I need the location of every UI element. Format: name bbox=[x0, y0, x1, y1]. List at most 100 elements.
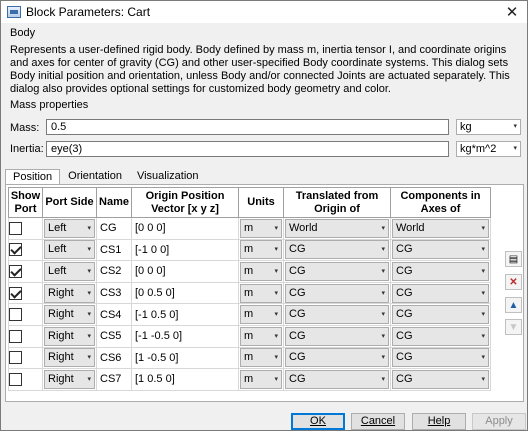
tab-visualization[interactable]: Visualization bbox=[130, 169, 206, 184]
help-button[interactable]: Help bbox=[412, 413, 466, 430]
port-side-select[interactable]: Right ▾ bbox=[44, 369, 95, 389]
show-port-checkbox[interactable] bbox=[9, 308, 22, 322]
components-value: CG bbox=[396, 286, 413, 299]
units-cell: m ▾ bbox=[238, 324, 284, 348]
translated-from-select[interactable]: CG ▾ bbox=[285, 283, 389, 303]
components-in-select[interactable]: CG ▾ bbox=[392, 283, 489, 303]
origin-vector-input[interactable]: [1 -0.5 0] bbox=[132, 352, 181, 364]
units-select[interactable]: m ▾ bbox=[240, 261, 282, 281]
header-translated: Translated from Origin of bbox=[283, 187, 391, 218]
show-port-checkbox[interactable] bbox=[9, 286, 22, 300]
origin-vector-input[interactable]: [-1 0 0] bbox=[132, 244, 172, 256]
frame-name[interactable]: CS2 bbox=[97, 265, 124, 277]
port-side-select[interactable]: Left ▾ bbox=[44, 218, 95, 238]
components-value: CG bbox=[396, 351, 413, 364]
origin-vector-input[interactable]: [-1 0.5 0] bbox=[132, 309, 181, 321]
chevron-down-icon: ▾ bbox=[274, 246, 278, 254]
origin-vector-input[interactable]: [-1 -0.5 0] bbox=[132, 330, 185, 342]
name-cell: CG bbox=[96, 217, 132, 240]
port-side-select[interactable]: Right ▾ bbox=[44, 283, 95, 303]
translated-value: CG bbox=[289, 286, 306, 299]
components-in-select[interactable]: World ▾ bbox=[392, 218, 489, 238]
port-side-cell: Left ▾ bbox=[42, 260, 97, 283]
port-side-value: Right bbox=[48, 351, 74, 364]
add-row-button[interactable]: ▤ bbox=[505, 251, 522, 267]
ok-button[interactable]: OK bbox=[291, 413, 345, 430]
show-port-checkbox[interactable] bbox=[9, 264, 22, 278]
port-side-select[interactable]: Right ▾ bbox=[44, 348, 95, 368]
translated-value: CG bbox=[289, 308, 306, 321]
translated-from-select[interactable]: CG ▾ bbox=[285, 261, 389, 281]
tab-bar: Position Orientation Visualization bbox=[5, 169, 207, 186]
translated-from-select[interactable]: World ▾ bbox=[285, 218, 389, 238]
inertia-input[interactable]: eye(3) bbox=[46, 141, 449, 157]
origin-vector-input[interactable]: [0 0 0] bbox=[132, 222, 169, 234]
move-up-button[interactable]: ▲ bbox=[505, 297, 522, 313]
chevron-down-icon: ▾ bbox=[274, 332, 278, 340]
table-row: Right ▾ CS4 [-1 0.5 0] m ▾ CG ▾ CG ▾ bbox=[8, 303, 491, 326]
translated-from-select[interactable]: CG ▾ bbox=[285, 240, 389, 260]
frame-name[interactable]: CG bbox=[97, 222, 120, 234]
origin-vector-input[interactable]: [0 0.5 0] bbox=[132, 287, 178, 299]
chevron-down-icon: ▾ bbox=[513, 145, 517, 152]
units-select[interactable]: m ▾ bbox=[240, 348, 282, 368]
units-select[interactable]: m ▾ bbox=[240, 218, 282, 238]
show-port-checkbox[interactable] bbox=[9, 243, 22, 257]
units-cell: m ▾ bbox=[238, 346, 284, 370]
port-side-select[interactable]: Right ▾ bbox=[44, 305, 95, 325]
origin-vector-input[interactable]: [0 0 0] bbox=[132, 265, 169, 277]
units-select[interactable]: m ▾ bbox=[240, 326, 282, 346]
components-in-select[interactable]: CG ▾ bbox=[392, 305, 489, 325]
close-button[interactable]: ✕ bbox=[497, 1, 527, 23]
units-select[interactable]: m ▾ bbox=[240, 283, 282, 303]
translated-from-select[interactable]: CG ▾ bbox=[285, 305, 389, 325]
apply-button[interactable]: Apply bbox=[472, 413, 526, 430]
cancel-button[interactable]: Cancel bbox=[351, 413, 405, 430]
frame-name[interactable]: CS4 bbox=[97, 309, 124, 321]
show-port-checkbox[interactable] bbox=[9, 351, 22, 365]
origin-vector-input[interactable]: [1 0.5 0] bbox=[132, 373, 178, 385]
translated-value: CG bbox=[289, 243, 306, 256]
translated-from-select[interactable]: CG ▾ bbox=[285, 348, 389, 368]
table-header-row: Show Port Port Side Name Origin Position… bbox=[8, 187, 491, 218]
components-cell: CG ▾ bbox=[390, 324, 491, 348]
mass-input[interactable]: 0.5 bbox=[46, 119, 449, 135]
units-select[interactable]: m ▾ bbox=[240, 240, 282, 260]
port-side-select[interactable]: Right ▾ bbox=[44, 326, 95, 346]
move-down-button[interactable]: ▼ bbox=[505, 319, 522, 335]
components-in-select[interactable]: CG ▾ bbox=[392, 240, 489, 260]
components-in-select[interactable]: CG ▾ bbox=[392, 348, 489, 368]
frame-name[interactable]: CS3 bbox=[97, 287, 124, 299]
translated-from-select[interactable]: CG ▾ bbox=[285, 326, 389, 346]
units-cell: m ▾ bbox=[238, 281, 284, 305]
translated-from-select[interactable]: CG ▾ bbox=[285, 369, 389, 389]
frame-name[interactable]: CS5 bbox=[97, 330, 124, 342]
frame-name[interactable]: CS1 bbox=[97, 244, 124, 256]
frame-name[interactable]: CS6 bbox=[97, 352, 124, 364]
port-side-select[interactable]: Left ▾ bbox=[44, 261, 95, 281]
components-in-select[interactable]: CG ▾ bbox=[392, 326, 489, 346]
units-select[interactable]: m ▾ bbox=[240, 369, 282, 389]
header-components: Components in Axes of bbox=[390, 187, 491, 218]
components-in-select[interactable]: CG ▾ bbox=[392, 369, 489, 389]
show-port-checkbox[interactable] bbox=[9, 372, 22, 386]
show-port-checkbox[interactable] bbox=[9, 329, 22, 343]
show-port-checkbox[interactable] bbox=[9, 221, 22, 235]
delete-row-button[interactable]: ✕ bbox=[505, 274, 522, 290]
frame-name[interactable]: CS7 bbox=[97, 373, 124, 385]
inertia-unit-select[interactable]: kg*m^2 ▾ bbox=[456, 141, 521, 157]
translated-value: CG bbox=[289, 372, 306, 385]
chevron-down-icon: ▾ bbox=[87, 246, 91, 254]
components-in-select[interactable]: CG ▾ bbox=[392, 261, 489, 281]
origin-cell: [-1 0 0] bbox=[131, 238, 239, 262]
components-value: World bbox=[396, 221, 425, 234]
translated-cell: CG ▾ bbox=[283, 368, 391, 391]
mass-unit-select[interactable]: kg ▾ bbox=[456, 119, 521, 135]
tab-orientation[interactable]: Orientation bbox=[61, 169, 129, 184]
units-select[interactable]: m ▾ bbox=[240, 305, 282, 325]
origin-cell: [0 0 0] bbox=[131, 217, 239, 240]
table-row: Right ▾ CS3 [0 0.5 0] m ▾ CG ▾ CG ▾ bbox=[8, 281, 491, 305]
chevron-down-icon: ▾ bbox=[481, 224, 485, 232]
port-side-select[interactable]: Left ▾ bbox=[44, 240, 95, 260]
header-port-side: Port Side bbox=[42, 187, 97, 218]
